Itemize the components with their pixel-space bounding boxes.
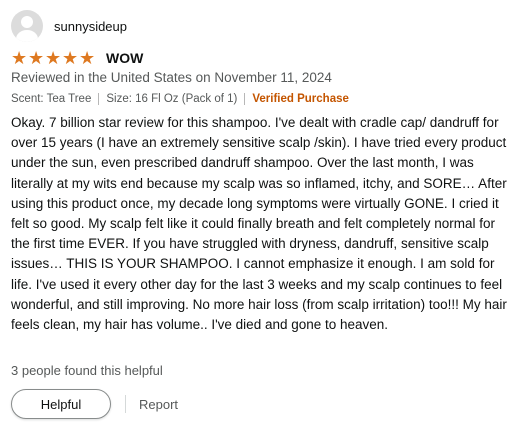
star-rating[interactable]: ★ ★ ★ ★ ★	[11, 49, 96, 67]
verified-purchase-badge: Verified Purchase	[252, 93, 349, 105]
star-icon: ★	[79, 48, 96, 68]
divider	[125, 395, 126, 413]
review-actions: Helpful Report	[11, 389, 178, 419]
star-icon: ★	[11, 48, 28, 68]
reviewer-name[interactable]: sunnysideup	[54, 19, 127, 34]
review-card: sunnysideup ★ ★ ★ ★ ★ WOW Reviewed in th…	[0, 0, 520, 430]
review-title[interactable]: WOW	[106, 50, 143, 66]
avatar-head-shape	[21, 16, 33, 28]
avatar[interactable]	[11, 10, 43, 42]
reviewer-profile[interactable]: sunnysideup	[11, 10, 127, 42]
avatar-body-shape	[16, 30, 38, 42]
star-icon: ★	[28, 48, 45, 68]
helpful-count: 3 people found this helpful	[11, 363, 163, 378]
review-body: Okay. 7 billion star review for this sha…	[11, 115, 507, 333]
star-icon: ★	[45, 48, 62, 68]
review-date: Reviewed in the United States on Novembe…	[11, 70, 332, 85]
rating-row: ★ ★ ★ ★ ★ WOW	[11, 49, 143, 67]
product-variant-info: Scent: Tea Tree Size: 16 Fl Oz (Pack of …	[11, 93, 349, 105]
divider	[244, 93, 246, 105]
helpful-button[interactable]: Helpful	[11, 389, 111, 419]
star-icon: ★	[62, 48, 79, 68]
divider	[98, 93, 100, 105]
scent-label[interactable]: Scent: Tea Tree	[11, 93, 91, 105]
size-label[interactable]: Size: 16 Fl Oz (Pack of 1)	[106, 93, 237, 105]
report-link[interactable]: Report	[139, 397, 178, 412]
